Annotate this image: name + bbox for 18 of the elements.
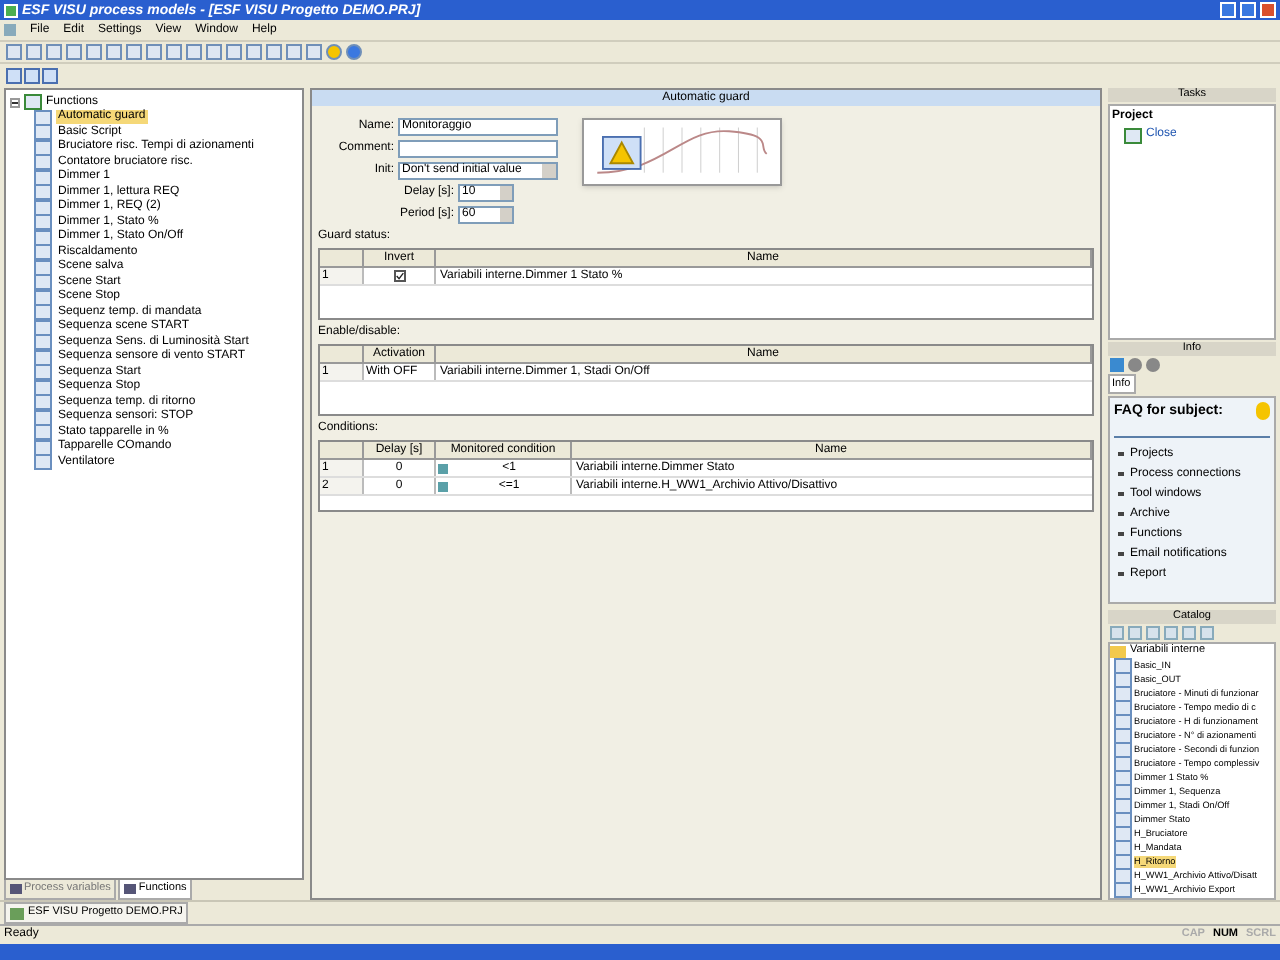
folder-icon (24, 94, 42, 110)
bullet-icon (1118, 532, 1124, 537)
maximize-button[interactable] (1240, 2, 1256, 18)
close-button[interactable] (1260, 2, 1276, 18)
bullet-icon (1118, 472, 1124, 477)
bullet-icon (1118, 452, 1124, 457)
bullet-icon (1118, 512, 1124, 517)
collapse-icon[interactable] (10, 97, 20, 107)
folder-icon (1110, 645, 1126, 658)
bullet-icon (1118, 552, 1124, 557)
document-icon (4, 24, 16, 36)
minimize-button[interactable] (1220, 2, 1236, 18)
app-icon (4, 3, 18, 17)
bullet-icon (1118, 572, 1124, 577)
text-field[interactable] (398, 140, 558, 158)
bullet-icon (1118, 492, 1124, 497)
lightbulb-icon (1256, 402, 1270, 421)
checkbox[interactable] (393, 270, 405, 282)
